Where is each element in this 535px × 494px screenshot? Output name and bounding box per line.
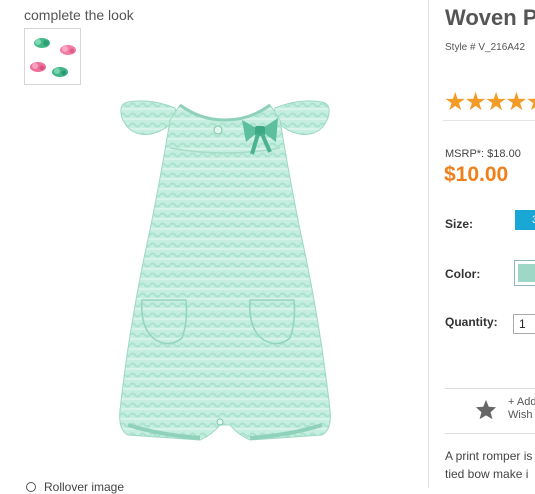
divider bbox=[443, 120, 535, 121]
clip-green-bottom bbox=[52, 67, 68, 77]
size-option-button[interactable]: 3 bbox=[515, 210, 535, 230]
clip-pink-bottom bbox=[30, 62, 46, 72]
hair-clips-image bbox=[30, 38, 76, 77]
product-main-image[interactable] bbox=[100, 90, 350, 465]
star-icon: ★ bbox=[526, 90, 535, 115]
complete-the-look-thumbnail[interactable] bbox=[24, 28, 81, 85]
wishlist-star-icon[interactable] bbox=[475, 399, 497, 420]
wishlist-label[interactable]: Wish bbox=[508, 409, 532, 421]
star-icon: ★ bbox=[505, 88, 528, 116]
romper-body bbox=[119, 104, 331, 441]
product-description-line: tied bow make i bbox=[445, 467, 529, 481]
rating-stars[interactable]: ★★★★★ bbox=[444, 90, 535, 115]
rollover-text: Rollover image bbox=[44, 480, 125, 494]
product-media-column: complete the look Rollover image bbox=[0, 0, 428, 494]
sale-price: $10.00 bbox=[444, 163, 509, 186]
msrp-price: MSRP*: $18.00 bbox=[445, 148, 521, 160]
magnifier-icon bbox=[26, 482, 36, 492]
star-icon: ★ bbox=[484, 88, 508, 116]
color-swatch[interactable] bbox=[514, 260, 535, 286]
rollover-image-label[interactable]: Rollover image bbox=[26, 480, 124, 494]
clip-green-top bbox=[34, 38, 50, 48]
complete-the-look-label: complete the look bbox=[24, 7, 134, 23]
star-icon: ★ bbox=[444, 88, 467, 116]
color-swatch-fill bbox=[518, 264, 535, 282]
quantity-label: Quantity: bbox=[445, 315, 498, 329]
size-label: Size: bbox=[445, 217, 474, 231]
quantity-input[interactable]: 1 bbox=[513, 314, 535, 334]
product-title: Woven P bbox=[445, 5, 535, 30]
color-label: Color: bbox=[445, 267, 481, 281]
snap-button bbox=[216, 418, 224, 426]
product-details-column: Woven P Style # V_216A42 ★★★★★ MSRP*: $1… bbox=[428, 0, 535, 488]
clip-pink-top bbox=[60, 45, 76, 55]
romper-image bbox=[119, 100, 331, 441]
style-number: Style # V_216A42 bbox=[445, 42, 526, 53]
product-description-line: A print romper is bbox=[445, 449, 533, 463]
add-to-wishlist-label[interactable]: + Add bbox=[508, 396, 535, 408]
neck-button bbox=[213, 125, 223, 135]
star-icon: ★ bbox=[464, 88, 487, 116]
